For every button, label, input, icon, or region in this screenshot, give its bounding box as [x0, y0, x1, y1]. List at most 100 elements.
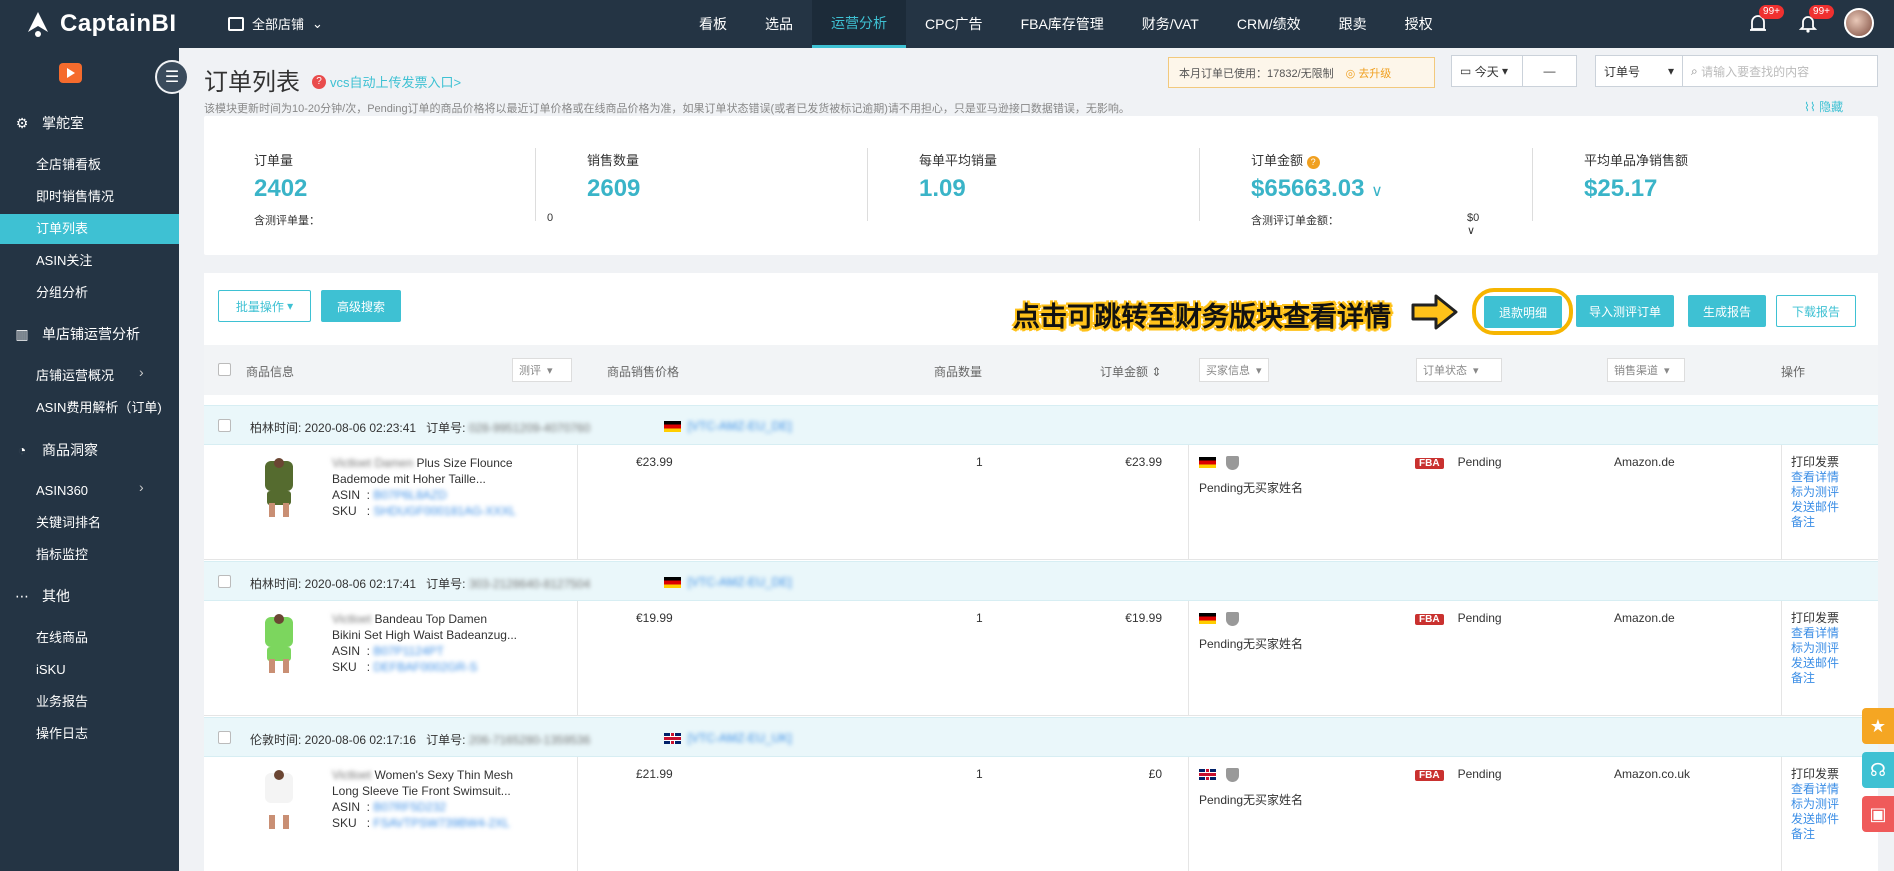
search-type-select[interactable]: 订单号 ▾: [1595, 55, 1683, 87]
batch-action-button[interactable]: 批量操作 ▾: [218, 290, 311, 322]
sidebar-item-asin-watch[interactable]: ASIN关注: [36, 251, 92, 271]
review-filter[interactable]: 测评 ▾: [512, 358, 572, 382]
gift-float-button[interactable]: ▣: [1862, 796, 1894, 832]
sidebar-item-isku[interactable]: iSKU: [36, 660, 66, 680]
remark-link[interactable]: 备注: [1791, 671, 1839, 686]
product-title[interactable]: Long Sleeve Tie Front Swimsuit...: [332, 783, 532, 799]
sidebar-item-business-report[interactable]: 业务报告: [36, 692, 88, 712]
asin-link[interactable]: B07P6L8AZD: [373, 488, 446, 502]
sales-channel: Amazon.co.uk: [1614, 767, 1691, 781]
nav-item-4[interactable]: FBA库存管理: [1002, 0, 1123, 48]
sidebar-item-asin360[interactable]: ASIN360: [36, 481, 88, 501]
logo[interactable]: CaptainBI: [22, 8, 177, 40]
expand-chevron-icon[interactable]: ∨: [1371, 183, 1383, 200]
bookmark-float-button[interactable]: ★: [1862, 708, 1894, 744]
sidebar-item-keyword-rank[interactable]: 关键词排名: [36, 513, 101, 533]
mark-review-link[interactable]: 标为测评: [1791, 641, 1839, 656]
send-email-link[interactable]: 发送邮件: [1791, 656, 1839, 671]
advanced-search-button[interactable]: 高级搜索: [321, 290, 401, 322]
sku-link[interactable]: FSAVTPSW739BW4-2XL: [373, 816, 510, 830]
product-image[interactable]: [259, 769, 299, 829]
date-range-button[interactable]: —: [1522, 55, 1577, 87]
shop-link[interactable]: [VTC-AMZ-EU_DE]: [688, 575, 792, 589]
channel-filter[interactable]: 销售渠道 ▾: [1607, 358, 1685, 382]
order-status: Pending: [1457, 611, 1502, 625]
sidebar-item-asin-fee[interactable]: ASIN费用解析（订单): [36, 398, 162, 418]
download-report-button[interactable]: 下载报告: [1776, 295, 1856, 327]
sidebar-section-other[interactable]: ⋯ 其他: [12, 584, 70, 608]
alert-button[interactable]: 99+: [1744, 5, 1784, 37]
sku-link[interactable]: DEFBAF0002GR-S: [373, 660, 477, 674]
store-label: 全部店铺: [252, 17, 305, 32]
pie-chart-icon: ◔: [17, 442, 27, 458]
sidebar-section-single-store[interactable]: ▥ 单店铺运营分析: [12, 322, 140, 346]
mark-review-link[interactable]: 标为测评: [1791, 797, 1839, 812]
print-invoice-link[interactable]: 打印发票: [1791, 455, 1839, 470]
order-amount: £0: [1148, 767, 1162, 781]
video-tutorial-icon[interactable]: [59, 63, 82, 83]
nav-item-3[interactable]: CPC广告: [906, 0, 1002, 48]
sidebar-item-online-products[interactable]: 在线商品: [36, 628, 88, 648]
generate-report-button[interactable]: 生成报告: [1688, 295, 1766, 327]
nav-item-7[interactable]: 跟卖: [1320, 0, 1386, 48]
vcs-invoice-link[interactable]: ? vcs自动上传发票入口>: [312, 72, 461, 91]
select-all-checkbox[interactable]: [218, 363, 231, 376]
date-picker[interactable]: ▭ 今天 ▾: [1451, 55, 1523, 87]
status-filter[interactable]: 订单状态 ▾: [1416, 358, 1502, 382]
notification-button[interactable]: 99+: [1794, 5, 1834, 37]
asin-link[interactable]: B07P1124PT: [373, 644, 444, 658]
mark-review-link[interactable]: 标为测评: [1791, 485, 1839, 500]
sidebar-item-order-list[interactable]: 订单列表: [0, 214, 179, 244]
amount-sort-header[interactable]: 订单金额 ⇕: [1100, 363, 1161, 380]
remark-link[interactable]: 备注: [1791, 827, 1839, 842]
main-nav: 看板 选品 运营分析 CPC广告 FBA库存管理 财务/VAT CRM/绩效 跟卖 授权: [680, 0, 1452, 48]
help-icon[interactable]: ?: [1306, 156, 1320, 169]
hide-stats-button[interactable]: ⌇⌇ 隐藏: [1804, 98, 1843, 115]
sidebar-item-realtime-sales[interactable]: 即时销售情况: [36, 187, 114, 207]
product-info: Victloet Bandeau Top Damen Bikini Set Hi…: [332, 611, 532, 675]
product-title[interactable]: Bikini Set High Waist Badeanzug...: [332, 627, 532, 643]
sidebar-item-group-analysis[interactable]: 分组分析: [36, 283, 88, 303]
sidebar-item-metric-monitor[interactable]: 指标监控: [36, 545, 88, 565]
sidebar-section-helm[interactable]: ⚙ 掌舵室: [12, 111, 84, 135]
row-actions: 打印发票 查看详情 标为测评 发送邮件 备注: [1791, 611, 1839, 686]
nav-item-1[interactable]: 选品: [746, 0, 812, 48]
remark-link[interactable]: 备注: [1791, 515, 1839, 530]
quantity: 1: [976, 611, 983, 625]
view-detail-link[interactable]: 查看详情: [1791, 626, 1839, 641]
import-review-orders-button[interactable]: 导入测评订单: [1576, 295, 1674, 327]
product-image[interactable]: [259, 457, 299, 517]
nav-item-6[interactable]: CRM/绩效: [1218, 0, 1320, 48]
sidebar-section-product-insight[interactable]: ◔ 商品洞察: [12, 438, 98, 462]
row-checkbox[interactable]: [218, 419, 231, 432]
row-checkbox[interactable]: [218, 575, 231, 588]
shop-link[interactable]: [VTC-AMZ-EU_UK]: [688, 731, 792, 745]
sidebar-item-store-overview[interactable]: 店铺运营概况: [36, 366, 114, 386]
view-detail-link[interactable]: 查看详情: [1791, 782, 1839, 797]
asin-link[interactable]: B07RF5D232: [373, 800, 446, 814]
shop-link[interactable]: [VTC-AMZ-EU_DE]: [688, 419, 792, 433]
order-number: 028-9951209-4070760: [468, 421, 591, 435]
search-input[interactable]: ⌕ 请输入要查找的内容: [1682, 55, 1878, 87]
sku-link[interactable]: SHDUGF000181AG-XXXL: [373, 504, 516, 518]
store-selector[interactable]: 全部店铺 ⌄: [228, 14, 323, 33]
sidebar-item-operation-log[interactable]: 操作日志: [36, 724, 88, 744]
upgrade-link[interactable]: ◎ 去升级: [1346, 65, 1392, 81]
print-invoice-link[interactable]: 打印发票: [1791, 767, 1839, 782]
row-checkbox[interactable]: [218, 731, 231, 744]
send-email-link[interactable]: 发送邮件: [1791, 812, 1839, 827]
nav-item-5[interactable]: 财务/VAT: [1123, 0, 1218, 48]
support-float-button[interactable]: ☊: [1862, 752, 1894, 788]
view-detail-link[interactable]: 查看详情: [1791, 470, 1839, 485]
send-email-link[interactable]: 发送邮件: [1791, 500, 1839, 515]
print-invoice-link[interactable]: 打印发票: [1791, 611, 1839, 626]
nav-item-2[interactable]: 运营分析: [812, 0, 906, 48]
avatar[interactable]: [1844, 8, 1874, 38]
sidebar-collapse-button[interactable]: ☰: [155, 60, 189, 94]
product-title[interactable]: Bademode mit Hoher Taille...: [332, 471, 532, 487]
nav-item-8[interactable]: 授权: [1386, 0, 1452, 48]
nav-item-0[interactable]: 看板: [680, 0, 746, 48]
sidebar-item-all-store-dashboard[interactable]: 全店铺看板: [36, 155, 101, 175]
buyer-filter[interactable]: 买家信息 ▾: [1199, 358, 1269, 382]
product-image[interactable]: [259, 613, 299, 673]
